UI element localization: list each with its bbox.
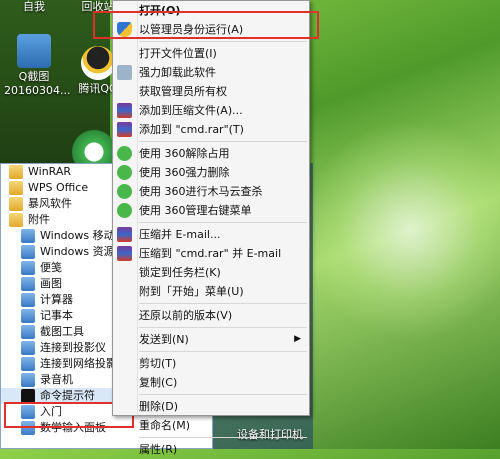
- start-menu-item-label: 暴风软件: [28, 197, 72, 210]
- menu-separator: [139, 351, 307, 352]
- start-menu-item-label: 记事本: [40, 309, 73, 322]
- context-menu-item[interactable]: 使用 360管理右键菜单: [113, 201, 309, 220]
- context-menu-item[interactable]: 使用 360进行木马云查杀: [113, 182, 309, 201]
- desktop-icon-label: Q截图: [18, 70, 50, 83]
- start-menu-item-label: Windows 移动: [40, 229, 115, 242]
- 360-icon: [117, 203, 132, 218]
- start-menu-item-label: 计算器: [40, 293, 73, 306]
- context-menu-item-label: 使用 360强力删除: [139, 166, 230, 179]
- trash-icon: [117, 65, 132, 80]
- context-menu-item-label: 删除(D): [139, 400, 179, 413]
- app-icon: [21, 325, 35, 339]
- app-icon: [21, 357, 35, 371]
- 360-icon: [117, 165, 132, 180]
- winrar-icon: [117, 227, 132, 242]
- desktop-icon-qq-screenshot[interactable]: Q截图 20160304...: [4, 34, 71, 98]
- context-menu-item[interactable]: 获取管理员所有权: [113, 82, 309, 101]
- qq-penguin-icon: [81, 46, 115, 80]
- menu-separator: [139, 327, 307, 328]
- winrar-icon: [117, 246, 132, 261]
- folder-icon: [9, 213, 23, 227]
- submenu-arrow-icon: ▶: [294, 334, 301, 344]
- app-icon: [21, 245, 35, 259]
- context-menu-item-label: 剪切(T): [139, 357, 177, 370]
- context-menu-item[interactable]: 重命名(M): [113, 416, 309, 435]
- folder-icon: [9, 165, 23, 179]
- context-menu-item-label: 重命名(M): [139, 419, 191, 432]
- context-menu-item[interactable]: 剪切(T): [113, 354, 309, 373]
- start-menu-item-label: 便笺: [40, 261, 62, 274]
- winrar-icon: [117, 103, 132, 118]
- context-menu-item[interactable]: 属性(R): [113, 440, 309, 459]
- context-menu-item[interactable]: 删除(D): [113, 397, 309, 416]
- start-menu-item-label: 截图工具: [40, 325, 84, 338]
- wallpaper-glow: [300, 120, 500, 340]
- app-icon: [21, 293, 35, 307]
- menu-separator: [139, 222, 307, 223]
- context-menu: 打开(O) 以管理员身份运行(A) 打开文件位置(I) 强力卸载此软件 获取管理员所有权…: [112, 0, 310, 456]
- winrar-icon: [117, 122, 132, 137]
- start-menu-item-label: 画图: [40, 277, 62, 290]
- app-icon: [21, 341, 35, 355]
- context-menu-item[interactable]: 还原以前的版本(V): [113, 306, 309, 325]
- context-menu-item-label: 打开文件位置(I): [139, 47, 217, 60]
- context-menu-item-label: 使用 360管理右键菜单: [139, 204, 252, 217]
- context-menu-item[interactable]: 附到「开始」菜单(U): [113, 282, 309, 301]
- context-menu-item[interactable]: 复制(C): [113, 373, 309, 392]
- context-menu-item-label: 锁定到任务栏(K): [139, 266, 221, 279]
- start-menu-item-label: WPS Office: [28, 181, 89, 194]
- desktop-icon-label: 20160304...: [4, 84, 71, 97]
- app-icon: [21, 261, 35, 275]
- image-file-icon: [17, 34, 51, 68]
- menu-separator: [139, 141, 307, 142]
- start-menu-item-label: 录音机: [40, 373, 73, 386]
- folder-icon: [9, 181, 23, 195]
- context-menu-item-label: 压缩到 "cmd.rar" 并 E-mail: [139, 247, 282, 260]
- app-icon: [21, 389, 35, 403]
- context-menu-item-label: 添加到 "cmd.rar"(T): [139, 123, 244, 136]
- context-menu-item-label: 获取管理员所有权: [139, 85, 227, 98]
- start-menu-item-label: 附件: [28, 213, 50, 226]
- context-menu-item[interactable]: 打开文件位置(I): [113, 44, 309, 63]
- context-menu-item[interactable]: 添加到 "cmd.rar"(T): [113, 120, 309, 139]
- start-menu-item-label: Windows 资源: [40, 245, 115, 258]
- app-icon: [21, 309, 35, 323]
- context-menu-item[interactable]: 压缩并 E-mail...: [113, 225, 309, 244]
- menu-separator: [139, 437, 307, 438]
- app-icon: [21, 373, 35, 387]
- context-menu-item[interactable]: 锁定到任务栏(K): [113, 263, 309, 282]
- context-menu-item-label: 复制(C): [139, 376, 178, 389]
- app-icon: [21, 277, 35, 291]
- context-menu-item-label: 发送到(N): [139, 333, 189, 346]
- context-menu-item-label: 附到「开始」菜单(U): [139, 285, 244, 298]
- context-menu-item[interactable]: 压缩到 "cmd.rar" 并 E-mail: [113, 244, 309, 263]
- menu-separator: [139, 303, 307, 304]
- menu-separator: [139, 394, 307, 395]
- context-menu-item-label: 压缩并 E-mail...: [139, 228, 221, 241]
- context-menu-item[interactable]: 使用 360解除占用: [113, 144, 309, 163]
- highlight-box-run-as-admin: [93, 11, 319, 39]
- context-menu-item-label: 还原以前的版本(V): [139, 309, 233, 322]
- start-menu-item-label: 连接到网络投影: [40, 357, 117, 370]
- context-menu-item[interactable]: 使用 360强力删除: [113, 163, 309, 182]
- context-menu-item[interactable]: 强力卸载此软件: [113, 63, 309, 82]
- app-icon: [21, 229, 35, 243]
- start-menu-item-label: WinRAR: [28, 165, 72, 178]
- desktop-icon-label: 自我: [23, 0, 45, 13]
- folder-icon: [9, 197, 23, 211]
- start-menu-item-label: 连接到投影仪: [40, 341, 106, 354]
- menu-separator: [139, 41, 307, 42]
- context-menu-item-label: 属性(R): [139, 443, 178, 456]
- desktop-icon-top[interactable]: 自我: [4, 0, 64, 14]
- 360-icon: [117, 184, 132, 199]
- 360-icon: [117, 146, 132, 161]
- context-menu-item-label: 使用 360进行木马云查杀: [139, 185, 263, 198]
- context-menu-item-label: 添加到压缩文件(A)...: [139, 104, 243, 117]
- context-menu-item[interactable]: 发送到(N) ▶: [113, 330, 309, 349]
- context-menu-item[interactable]: 添加到压缩文件(A)...: [113, 101, 309, 120]
- context-menu-item-label: 使用 360解除占用: [139, 147, 230, 160]
- context-menu-item-label: 强力卸载此软件: [139, 66, 216, 79]
